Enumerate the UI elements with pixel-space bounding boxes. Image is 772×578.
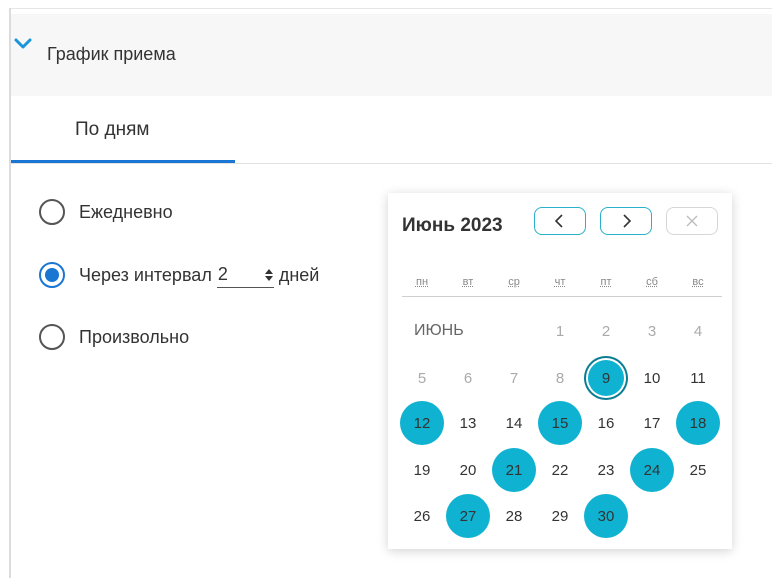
calendar-day[interactable]: 7 — [491, 355, 537, 401]
calendar-day[interactable]: 4 — [675, 308, 721, 354]
calendar-day[interactable]: 2 — [583, 308, 629, 354]
calendar-day-number: 10 — [643, 369, 661, 387]
calendar-day-number: 20 — [459, 461, 477, 479]
calendar-day[interactable]: 30 — [583, 493, 629, 539]
calendar-day-number: 25 — [689, 461, 707, 479]
weekday-sat: сб — [646, 276, 658, 288]
chevron-left-icon — [554, 214, 563, 228]
calendar-day-number: 21 — [505, 461, 523, 479]
chevron-down-icon[interactable] — [13, 36, 33, 52]
calendar-day[interactable]: 9 — [583, 355, 629, 401]
interval-stepper[interactable]: 2 — [216, 263, 274, 288]
calendar-day[interactable]: 21 — [491, 447, 537, 493]
top-divider — [10, 8, 772, 9]
section-title: График приема — [47, 44, 176, 64]
calendar-day-number: 6 — [463, 369, 473, 387]
weekday-tue: вт — [462, 276, 474, 288]
calendar-day-number: 7 — [509, 369, 519, 387]
prev-month-button[interactable] — [534, 207, 586, 235]
radio-dot — [45, 268, 59, 282]
calendar-day[interactable]: 27 — [445, 493, 491, 539]
calendar-day-number: 22 — [551, 461, 569, 479]
tabs-divider — [11, 163, 772, 164]
calendar-popup: Июнь 2023 пн вт ср чт пт сб вс ИЮНЬ 1234… — [388, 193, 732, 549]
option-interval[interactable]: Через интервал 2 дней — [39, 262, 319, 288]
calendar-day[interactable]: 3 — [629, 308, 675, 354]
option-daily[interactable]: Ежедневно — [39, 199, 173, 225]
radio-interval[interactable] — [39, 262, 65, 288]
calendar-day-number: 5 — [417, 369, 427, 387]
month-label: ИЮНЬ — [414, 322, 464, 339]
calendar-day[interactable]: 22 — [537, 447, 583, 493]
calendar-day[interactable]: 23 — [583, 447, 629, 493]
calendar-day[interactable]: 17 — [629, 400, 675, 446]
calendar-day-number: 12 — [413, 414, 431, 432]
schedule-panel: График приема По дням Ежедневно Через ин… — [0, 0, 772, 578]
calendar-day[interactable]: 16 — [583, 400, 629, 446]
radio-daily[interactable] — [39, 199, 65, 225]
calendar-day-number: 29 — [551, 507, 569, 525]
weekday-mon: пн — [415, 276, 429, 288]
weekday-wed: ср — [508, 276, 520, 288]
calendar-day-number: 2 — [601, 322, 611, 340]
calendar-day-number: 30 — [597, 507, 615, 525]
close-button[interactable] — [666, 207, 718, 235]
calendar-day-number: 11 — [690, 369, 706, 387]
calendar-day[interactable]: 28 — [491, 493, 537, 539]
calendar-day-number: 16 — [597, 414, 615, 432]
calendar-day-number: 4 — [693, 322, 703, 340]
radio-custom[interactable] — [39, 324, 65, 350]
calendar-day-number: 27 — [459, 507, 477, 525]
calendar-day[interactable]: 19 — [399, 447, 445, 493]
interval-value[interactable]: 2 — [217, 264, 228, 285]
calendar-day[interactable]: 1 — [537, 308, 583, 354]
calendar-day-number: 26 — [413, 507, 431, 525]
option-custom-label: Произвольно — [79, 326, 190, 347]
weekday-fri: пт — [600, 276, 612, 288]
calendar-day-number: 1 — [555, 322, 565, 340]
calendar-day[interactable]: 5 — [399, 355, 445, 401]
calendar-day-number: 13 — [459, 414, 477, 432]
calendar-day[interactable]: 29 — [537, 493, 583, 539]
weekday-thu: чт — [554, 276, 566, 288]
close-icon — [686, 215, 698, 227]
calendar-day-number: 15 — [551, 414, 569, 432]
calendar-day[interactable]: 8 — [537, 355, 583, 401]
calendar-day[interactable]: 14 — [491, 400, 537, 446]
calendar-day-number: 17 — [643, 414, 661, 432]
calendar-day[interactable]: 13 — [445, 400, 491, 446]
calendar-day-number: 28 — [505, 507, 523, 525]
calendar-day-number: 19 — [413, 461, 431, 479]
calendar-day[interactable]: 11 — [675, 355, 721, 401]
calendar-day-number: 18 — [689, 414, 707, 432]
option-interval-label: Через интервал — [79, 264, 212, 285]
calendar-day[interactable]: 12 — [399, 400, 445, 446]
calendar-title: Июнь 2023 — [402, 215, 503, 236]
option-daily-label: Ежедневно — [79, 201, 173, 222]
next-month-button[interactable] — [600, 207, 652, 235]
calendar-day[interactable]: 10 — [629, 355, 675, 401]
calendar-day[interactable]: 25 — [675, 447, 721, 493]
calendar-divider — [402, 296, 722, 297]
tab-by-days[interactable]: По дням — [75, 119, 149, 141]
calendar-day-number: 3 — [647, 322, 657, 340]
calendar-day[interactable]: 20 — [445, 447, 491, 493]
interval-unit: дней — [278, 264, 320, 285]
option-custom[interactable]: Произвольно — [39, 324, 189, 350]
calendar-day-number: 9 — [601, 369, 611, 387]
weekday-sun: вс — [692, 276, 704, 288]
chevron-right-icon — [623, 214, 632, 228]
calendar-day[interactable]: 18 — [675, 400, 721, 446]
calendar-day[interactable]: 24 — [629, 447, 675, 493]
calendar-day[interactable]: 6 — [445, 355, 491, 401]
calendar-day[interactable]: 26 — [399, 493, 445, 539]
calendar-day-number: 23 — [597, 461, 615, 479]
calendar-day[interactable]: 15 — [537, 400, 583, 446]
calendar-day-number: 14 — [505, 414, 523, 432]
calendar-day-number: 8 — [555, 369, 565, 387]
spinner-arrows-icon[interactable] — [264, 268, 274, 282]
calendar-day-number: 24 — [643, 461, 661, 479]
